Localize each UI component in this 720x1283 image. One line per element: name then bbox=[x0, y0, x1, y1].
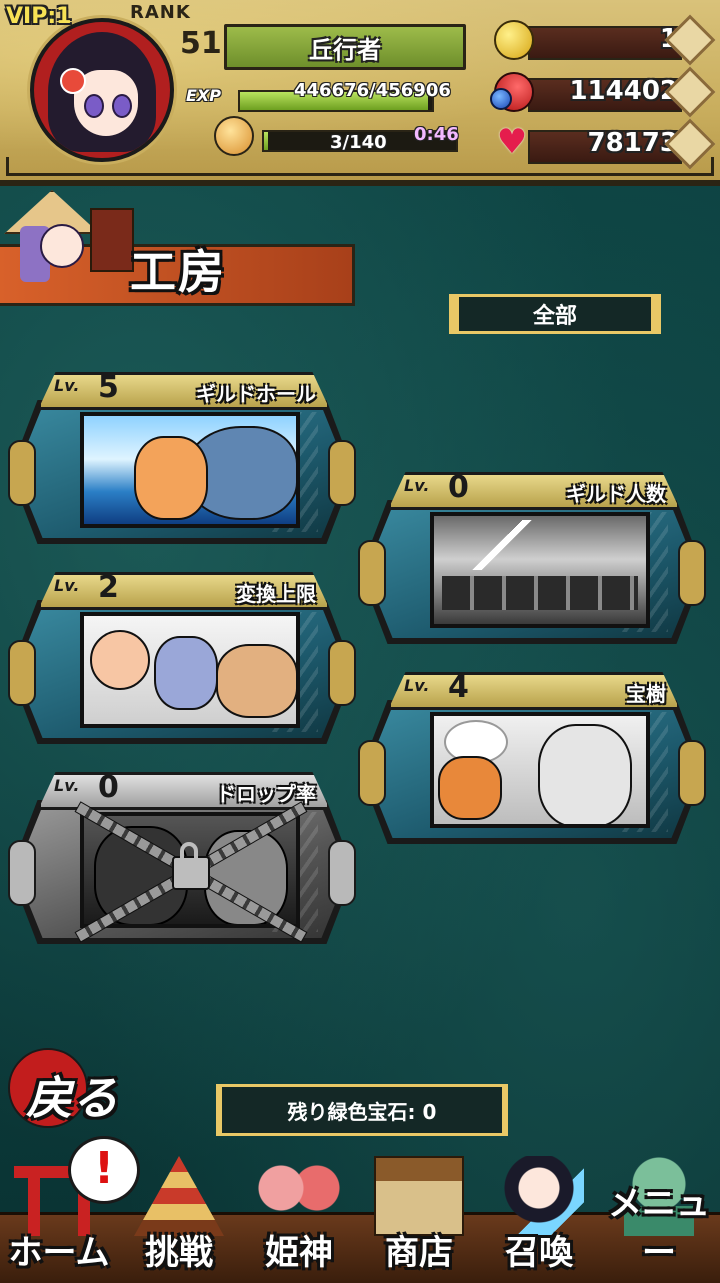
filter-all-button[interactable]: 全部 bbox=[449, 294, 661, 334]
level-label: Lv. bbox=[54, 776, 80, 795]
level-label: Lv. bbox=[404, 476, 430, 495]
workshop-name: 宝樹 bbox=[626, 682, 666, 706]
nav-label: ホーム bbox=[8, 1233, 110, 1273]
workshop-name: 変換上限 bbox=[236, 582, 316, 606]
status-bar: VIP:1 RANK 51 丘行者 EXP 446676/456906 3/14… bbox=[0, 0, 720, 186]
beast-figure bbox=[154, 636, 218, 710]
nav-summon[interactable]: 召喚 bbox=[480, 1150, 598, 1280]
exp-label: EXP bbox=[186, 86, 221, 105]
workshop-illustration bbox=[430, 712, 650, 828]
avatar-eye-right bbox=[112, 94, 132, 118]
card-hook-left bbox=[358, 540, 386, 606]
nav-label: 姫神 bbox=[265, 1233, 333, 1273]
level-value: 2 bbox=[98, 570, 119, 605]
level-value: 0 bbox=[98, 770, 119, 805]
workshop-illustration bbox=[80, 612, 300, 728]
workshop-name: ギルド人数 bbox=[566, 482, 666, 506]
mascot-illustration bbox=[0, 190, 134, 290]
winged-heart-icon: ♥ bbox=[496, 122, 528, 162]
workshop-name: ギルドホール bbox=[196, 382, 316, 406]
stamina-bar-fill bbox=[264, 132, 269, 150]
exp-value: 446676/456906 bbox=[294, 80, 451, 101]
workshop-card-conversion-limit[interactable]: Lv. 2 変換上限 bbox=[6, 570, 358, 744]
vip-level[interactable]: VIP:1 bbox=[6, 4, 71, 29]
soldier-row bbox=[442, 576, 638, 610]
fox-figure bbox=[438, 756, 502, 820]
player-title: 丘行者 bbox=[224, 24, 466, 70]
nav-label: 商店 bbox=[385, 1233, 453, 1273]
workshop-card-guild-members[interactable]: Lv. 0 ギルド人数 bbox=[356, 470, 708, 644]
level-value: 5 bbox=[98, 370, 119, 405]
rank-value: 51 bbox=[180, 26, 222, 61]
workshop-card-guild-hall[interactable]: Lv. 5 ギルドホール bbox=[6, 370, 358, 544]
summon-girl-icon bbox=[494, 1156, 584, 1236]
card-hook-left bbox=[8, 440, 36, 506]
card-hook-right bbox=[328, 440, 356, 506]
pagoda-icon bbox=[134, 1156, 224, 1236]
avatar-eye-left bbox=[84, 94, 104, 118]
orb-resource: 114402 bbox=[490, 66, 716, 118]
monk-figure bbox=[90, 630, 150, 690]
avatar-flower bbox=[60, 68, 86, 94]
workshop-illustration bbox=[80, 812, 300, 928]
page-title: 工房 bbox=[130, 245, 226, 299]
stamina-timer: 0:46 bbox=[414, 124, 459, 145]
level-label: Lv. bbox=[54, 576, 80, 595]
workshop-card-drop-rate[interactable]: Lv. 0 ドロップ率 bbox=[6, 770, 358, 944]
mascot-head bbox=[40, 224, 84, 268]
card-hook-right bbox=[678, 740, 706, 806]
girl-figure bbox=[134, 436, 208, 520]
nav-shop[interactable]: 商店 bbox=[360, 1150, 478, 1280]
level-value: 4 bbox=[448, 670, 469, 705]
card-hook-right bbox=[678, 540, 706, 606]
nav-label: 召喚 bbox=[505, 1233, 573, 1273]
player-avatar[interactable] bbox=[30, 18, 174, 162]
workshop-illustration bbox=[430, 512, 650, 628]
back-button[interactable]: 戻る bbox=[2, 1044, 132, 1134]
nav-challenge[interactable]: 挑戦 bbox=[120, 1150, 238, 1280]
level-label: Lv. bbox=[54, 376, 80, 395]
goddess-girls-icon bbox=[254, 1156, 344, 1236]
workshop-name: ドロップ率 bbox=[216, 782, 316, 806]
gold-coin-icon bbox=[494, 20, 534, 60]
ninja-figure bbox=[94, 826, 188, 924]
workshop-card-treasure-tree[interactable]: Lv. 4 宝樹 bbox=[356, 670, 708, 844]
nav-menu[interactable]: メニュー bbox=[600, 1150, 718, 1280]
bottom-nav: ! ホーム 挑戦 姫神 商店 召喚 メニュー bbox=[0, 1136, 720, 1283]
workshop-illustration bbox=[80, 412, 300, 528]
warrior-figure bbox=[204, 830, 288, 924]
gold-bar bbox=[528, 26, 682, 60]
gold-resource: 1 bbox=[494, 14, 716, 66]
nav-home[interactable]: ! ホーム bbox=[0, 1136, 140, 1280]
level-label: Lv. bbox=[404, 676, 430, 695]
nav-goddess[interactable]: 姫神 bbox=[240, 1150, 358, 1280]
level-value: 0 bbox=[448, 470, 469, 505]
nav-label: メニュー bbox=[608, 1184, 710, 1273]
card-hook-left bbox=[8, 840, 36, 906]
heart-resource: ♥ 78173 bbox=[494, 118, 716, 170]
nav-label: 挑戦 bbox=[145, 1233, 213, 1273]
card-hook-left bbox=[358, 740, 386, 806]
back-button-label: 戻る bbox=[26, 1071, 118, 1125]
orb-icon bbox=[490, 72, 534, 112]
card-hook-right bbox=[328, 840, 356, 906]
lightning-icon bbox=[464, 520, 544, 570]
card-hook-right bbox=[328, 640, 356, 706]
sage-figure bbox=[538, 724, 632, 824]
pair-figure bbox=[216, 644, 296, 718]
shop-stall-icon bbox=[374, 1156, 464, 1236]
mascot-desk bbox=[90, 208, 134, 272]
stamina-icon bbox=[214, 116, 254, 156]
stamina-value: 3/140 bbox=[330, 132, 387, 153]
orb-value: 114402 bbox=[569, 76, 678, 106]
card-hook-left bbox=[8, 640, 36, 706]
rank-label: RANK bbox=[130, 2, 191, 23]
green-gem-counter: 残り緑色宝石: 0 bbox=[216, 1084, 508, 1136]
